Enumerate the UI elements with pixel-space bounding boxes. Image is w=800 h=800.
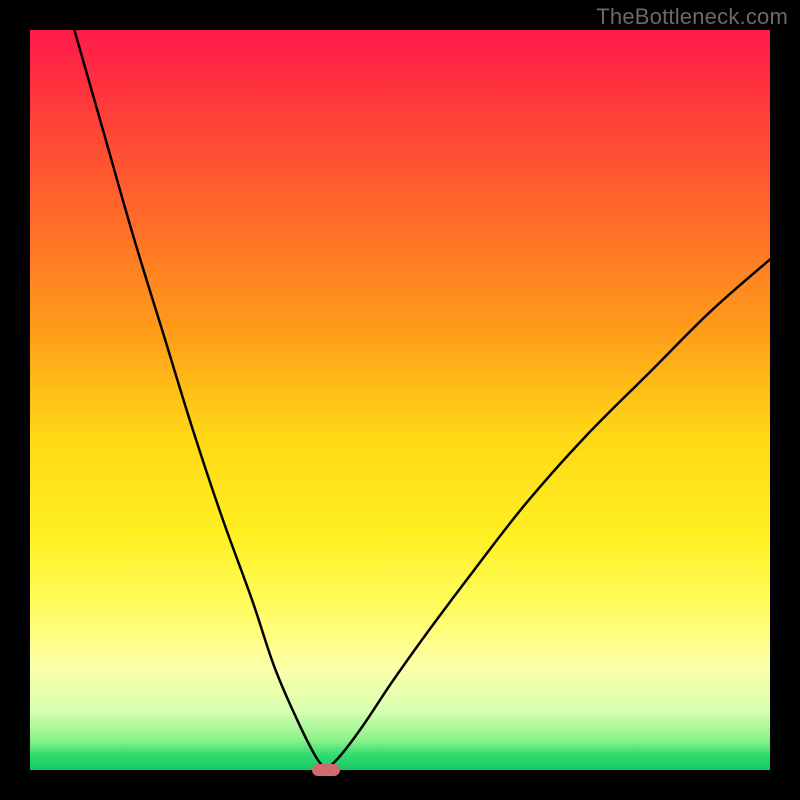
bottleneck-curve <box>30 30 770 770</box>
watermark-text: TheBottleneck.com <box>596 4 788 30</box>
chart-frame: TheBottleneck.com <box>0 0 800 800</box>
plot-area <box>30 30 770 770</box>
bottleneck-marker <box>312 764 340 776</box>
